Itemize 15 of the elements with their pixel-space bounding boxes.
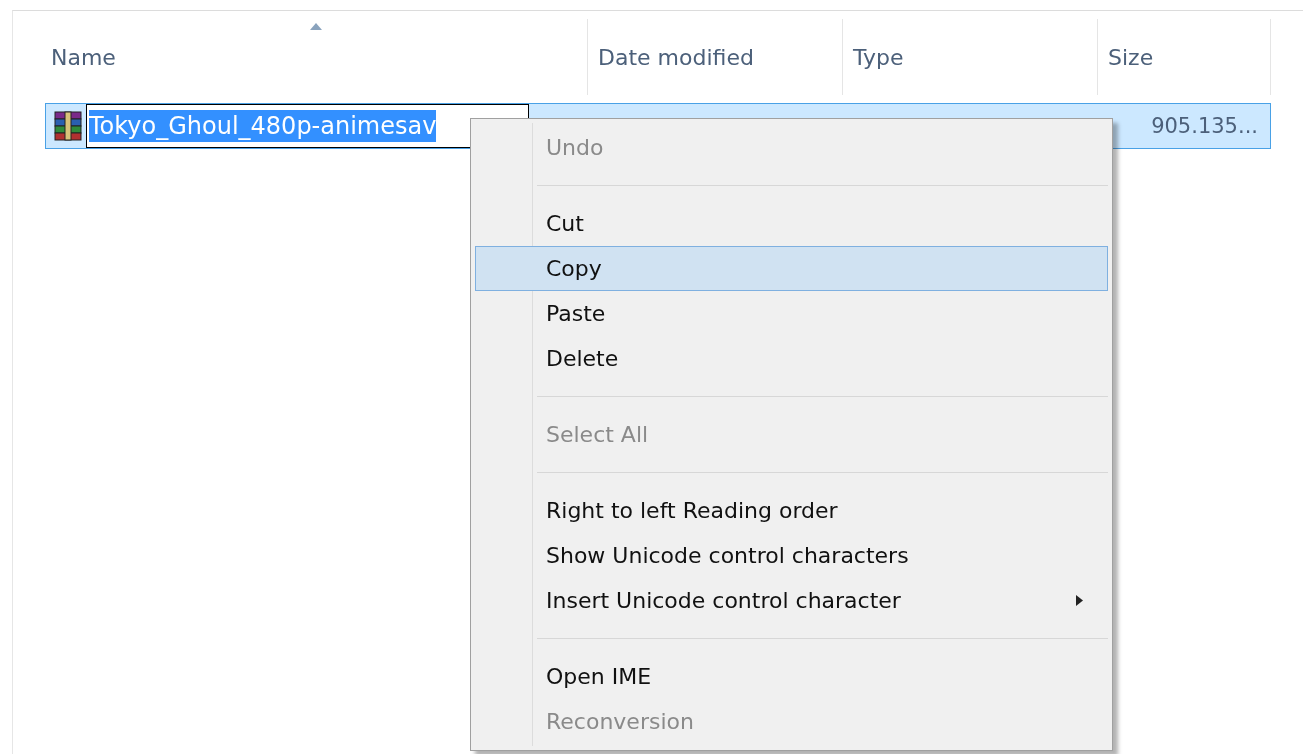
menu-item[interactable]: Right to left Reading order	[475, 488, 1108, 533]
menu-item[interactable]: Cut	[475, 201, 1108, 246]
menu-item[interactable]: Show Unicode control characters	[475, 533, 1108, 578]
column-header[interactable]: Type	[843, 19, 1098, 95]
menu-item[interactable]: Paste	[475, 291, 1108, 336]
column-header[interactable]: Size	[1098, 19, 1271, 95]
menu-item[interactable]: Insert Unicode control character	[475, 578, 1108, 623]
menu-item[interactable]: Copy	[475, 246, 1108, 291]
sort-arrow-icon	[309, 23, 322, 30]
menu-item[interactable]: Delete	[475, 336, 1108, 381]
archive-icon	[51, 109, 85, 143]
file-size: 905.135...	[1151, 114, 1258, 138]
column-header[interactable]: Name	[43, 19, 588, 95]
menu-item[interactable]: Open IME	[475, 654, 1108, 699]
column-header[interactable]: Date modified	[588, 19, 843, 95]
